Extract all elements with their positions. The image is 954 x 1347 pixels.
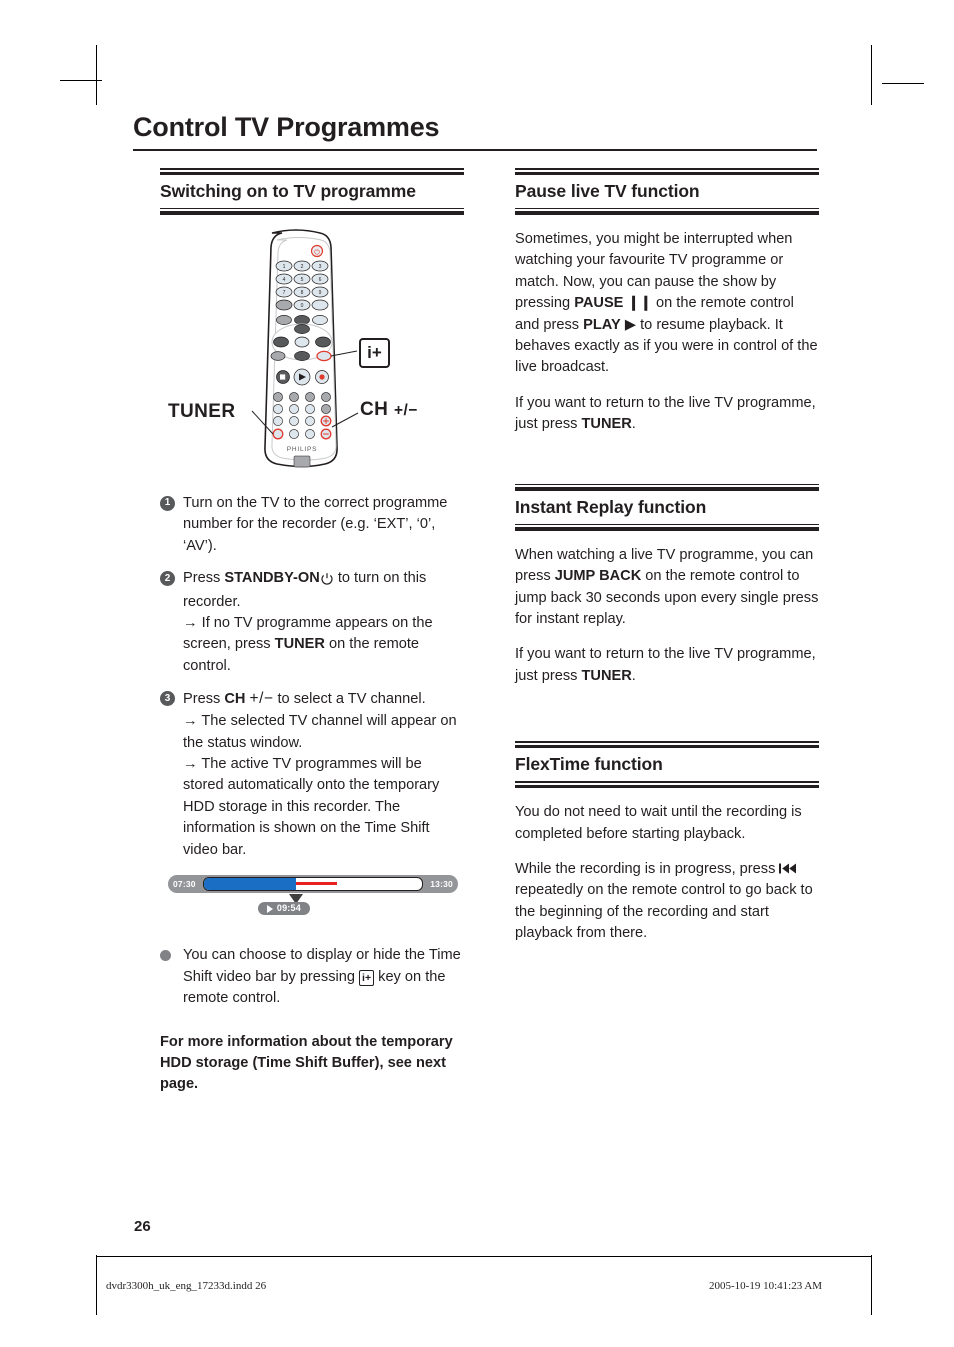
time-shift-current-time: 09:54 — [276, 903, 301, 914]
section-heading-pause-live-tv: Pause live TV function — [515, 181, 700, 201]
right-column: Pause live TV function Sometimes, you mi… — [515, 168, 819, 959]
play-icon — [266, 904, 273, 913]
document-page: Control TV Programmes Switching on to TV… — [0, 0, 954, 1347]
remote-control-svg: ⏻ 1 2 3 4 5 6 7 8 9 0 PHILIPS — [251, 229, 359, 468]
svg-text:6: 6 — [319, 277, 322, 283]
time-shift-start-time: 07:30 — [173, 878, 196, 889]
flextime-paragraph-2: While the recording is in progress, pres… — [515, 859, 819, 945]
pause-paragraph-1: Sometimes, you might be interrupted when… — [515, 229, 819, 379]
step-2-sub-1: → If no TV programme appears on the scre… — [183, 613, 464, 677]
pause-icon: ❙❙ — [627, 295, 652, 312]
step-2-bold: STANDBY-ON — [224, 570, 320, 587]
step-number-3: 3 — [160, 691, 175, 707]
svg-text:0: 0 — [301, 303, 304, 309]
replay-paragraph-2: If you want to return to the live TV pro… — [515, 644, 819, 687]
section-heading-flextime: FlexTime function — [515, 754, 663, 775]
footer-rule — [96, 1256, 872, 1257]
page-title: Control TV Programmes — [133, 112, 440, 142]
figure-label-ch: CH +/− — [360, 399, 418, 421]
svg-text:⏻: ⏻ — [314, 248, 320, 256]
instruction-steps: 1 Turn on the TV to the correct programm… — [160, 493, 464, 861]
step-1-text: Turn on the TV to the correct programme … — [183, 494, 448, 554]
heading-rule-thick-bottom — [160, 211, 464, 215]
section-heading-switching-on: Switching on to TV programme — [160, 181, 416, 201]
figure-label-tuner: TUNER — [168, 400, 236, 422]
power-icon — [320, 570, 334, 591]
jump-back-icon — [779, 861, 797, 877]
page-header: Control TV Programmes — [133, 112, 817, 151]
pause-bold-pause: PAUSE — [574, 295, 624, 312]
time-shift-track — [202, 877, 424, 892]
flextime-p2-a: While the recording is in progress, pres… — [515, 860, 780, 877]
step-3-sub-2: → The active TV programmes will be store… — [183, 756, 440, 858]
svg-text:5: 5 — [301, 277, 304, 283]
step-2-text-before: Press — [183, 570, 225, 587]
figure-label-ch-plusminus: +/− — [393, 401, 418, 419]
svg-text:1: 1 — [283, 264, 286, 270]
page-title-rule — [133, 148, 817, 151]
section-instant-replay: Instant Replay function — [515, 483, 819, 531]
svg-text:7: 7 — [283, 290, 286, 296]
info-key-icon: i+ — [359, 970, 375, 987]
bullet-display-hide-bar: You can choose to display or hide the Ti… — [160, 945, 464, 1009]
play-triangle-icon: ▶ — [624, 316, 637, 333]
section-heading-instant-replay: Instant Replay function — [515, 496, 707, 517]
footer-tick-right — [871, 1268, 872, 1310]
svg-text:PHILIPS: PHILIPS — [287, 446, 318, 453]
replay-paragraph-1: When watching a live TV programme, you c… — [515, 545, 819, 631]
section-switching-on: Switching on to TV programme — [160, 168, 464, 215]
time-shift-live-segment — [295, 881, 338, 885]
step-3-sub-1: → The selected TV channel will appear on… — [183, 713, 457, 751]
remote-info-button — [316, 350, 332, 362]
step-3-text-before: Press — [183, 691, 225, 708]
replay-p2-bold: TUNER — [581, 667, 632, 684]
time-shift-bar: 07:30 13:30 — [168, 875, 458, 894]
pause-p2-b: . — [631, 416, 636, 433]
time-shift-video-bar-figure: 07:30 13:30 09:54 — [168, 875, 458, 927]
left-column: Switching on to TV programme ⏻ 1 2 3 4 5… — [160, 168, 464, 1096]
step-2: 2 Press STANDBY-ON to turn on this recor… — [160, 568, 464, 677]
step-3-bold: CH — [224, 691, 246, 708]
page-number: 26 — [134, 1218, 151, 1235]
step-2-sub-bold: TUNER — [274, 636, 325, 653]
step-3: 3 Press CH +/− to select a TV channel. →… — [160, 688, 464, 861]
replay-bold-jumpback: JUMP BACK — [554, 568, 642, 585]
svg-text:9: 9 — [319, 290, 322, 296]
step-number-2: 2 — [160, 571, 175, 587]
flextime-p2-b: repeatedly on the remote control to go b… — [515, 882, 813, 942]
pause-p2-a: If you want to return to the live TV pro… — [515, 394, 816, 433]
section-flextime: FlexTime function — [515, 741, 819, 789]
flextime-paragraph-1: You do not need to wait until the record… — [515, 804, 802, 842]
svg-text:2: 2 — [301, 264, 304, 270]
svg-text:8: 8 — [301, 290, 304, 296]
replay-p2-a: If you want to return to the live TV pro… — [515, 646, 816, 684]
pause-bold-play: PLAY — [583, 316, 621, 333]
crop-mark-top-right-vertical — [871, 45, 872, 105]
replay-p2-b: . — [631, 667, 636, 684]
figure-label-ch-text: CH — [360, 398, 389, 420]
crop-mark-top-right-horizontal — [882, 83, 924, 84]
crop-mark-top-left-horizontal — [60, 80, 102, 81]
more-information-note: For more information about the temporary… — [160, 1033, 453, 1093]
step-3-plusminus: +/− — [249, 690, 274, 708]
step-3-text-after: to select a TV channel. — [273, 691, 426, 708]
crop-mark-bottom-left-vertical — [96, 1255, 97, 1315]
step-1: 1 Turn on the TV to the correct programm… — [160, 493, 464, 557]
remote-tuner-button — [272, 428, 284, 440]
figure-label-info-key: i+ — [359, 337, 390, 368]
svg-text:3: 3 — [319, 264, 322, 270]
time-shift-current-time-bubble: 09:54 — [257, 902, 310, 916]
crop-mark-top-left-vertical — [96, 45, 97, 105]
time-shift-end-time: 13:30 — [430, 878, 453, 889]
step-number-1: 1 — [160, 495, 175, 511]
footer-filename: dvdr3300h_uk_eng_17233d.indd 26 — [106, 1280, 267, 1292]
remote-control-figure: ⏻ 1 2 3 4 5 6 7 8 9 0 PHILIPS TUNER CH +/− i… — [160, 225, 464, 475]
pause-paragraph-2: If you want to return to the live TV pro… — [515, 393, 819, 436]
bullet-dot — [160, 950, 171, 962]
svg-text:4: 4 — [283, 277, 286, 283]
pause-p2-bold: TUNER — [581, 416, 632, 433]
time-shift-recorded-segment — [203, 878, 296, 891]
footer-timestamp: 2005-10-19 10:41:23 AM — [709, 1280, 823, 1292]
section-pause-live-tv: Pause live TV function — [515, 168, 819, 215]
